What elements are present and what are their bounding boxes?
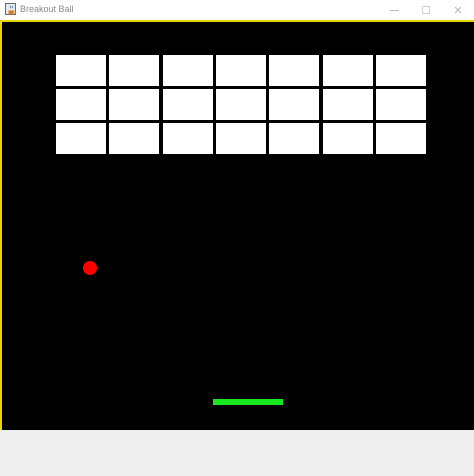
brick xyxy=(376,55,426,86)
brick xyxy=(269,55,319,86)
brick xyxy=(163,89,213,120)
brick xyxy=(109,89,159,120)
brick xyxy=(163,55,213,86)
brick xyxy=(216,123,266,154)
brick xyxy=(269,123,319,154)
game-canvas[interactable] xyxy=(2,22,474,430)
brick xyxy=(109,123,159,154)
ball xyxy=(83,261,97,275)
java-cup-icon xyxy=(5,3,16,15)
brick xyxy=(216,55,266,86)
close-icon: ✕ xyxy=(453,4,463,17)
paddle[interactable] xyxy=(213,399,283,405)
brick xyxy=(323,55,373,86)
close-button[interactable]: ✕ xyxy=(442,0,474,20)
brick xyxy=(269,89,319,120)
minimize-icon xyxy=(389,9,399,11)
brick xyxy=(376,123,426,154)
brick xyxy=(109,55,159,86)
brick xyxy=(376,89,426,120)
brick xyxy=(163,123,213,154)
maximize-icon xyxy=(422,6,430,14)
brick xyxy=(323,123,373,154)
brick xyxy=(323,89,373,120)
brick xyxy=(56,55,106,86)
brick xyxy=(216,89,266,120)
maximize-button[interactable] xyxy=(410,0,442,20)
brick xyxy=(56,123,106,154)
window-bottom-panel xyxy=(0,430,474,476)
game-window: Breakout Ball ✕ xyxy=(0,0,474,476)
brick xyxy=(56,89,106,120)
minimize-button[interactable] xyxy=(378,0,410,20)
window-title: Breakout Ball xyxy=(20,4,74,14)
title-bar[interactable]: Breakout Ball ✕ xyxy=(0,0,474,20)
